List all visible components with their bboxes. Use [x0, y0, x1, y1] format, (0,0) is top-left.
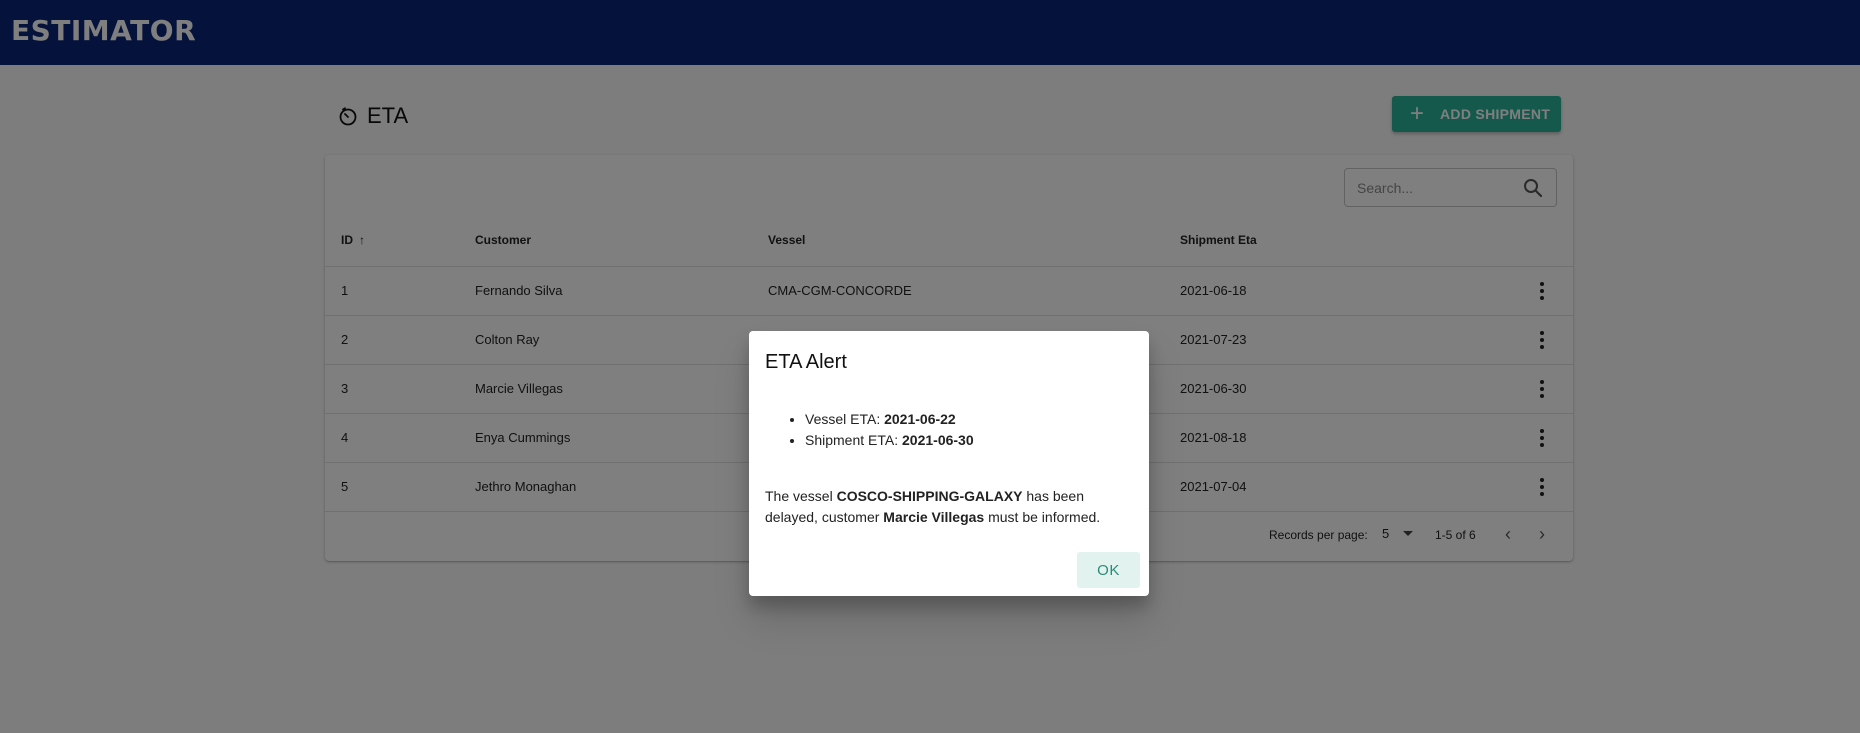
dialog-message: The vessel COSCO-SHIPPING-GALAXY has bee…: [765, 486, 1135, 528]
vessel-eta-value: 2021-06-22: [884, 411, 956, 427]
customer-name: Marcie Villegas: [883, 509, 985, 525]
eta-list: Vessel ETA: 2021-06-22 Shipment ETA: 202…: [805, 409, 974, 451]
shipment-eta-value: 2021-06-30: [902, 432, 974, 448]
vessel-eta-item: Vessel ETA: 2021-06-22: [805, 409, 974, 430]
ok-button[interactable]: OK: [1077, 552, 1140, 588]
shipment-eta-label: Shipment ETA:: [805, 432, 903, 448]
dialog-title: ETA Alert: [765, 351, 847, 373]
shipment-eta-item: Shipment ETA: 2021-06-30: [805, 430, 974, 451]
vessel-name: COSCO-SHIPPING-GALAXY: [836, 488, 1023, 504]
vessel-eta-label: Vessel ETA:: [805, 411, 885, 427]
msg-text: must be informed.: [984, 509, 1101, 525]
eta-alert-dialog: ETA Alert Vessel ETA: 2021-06-22 Shipmen…: [749, 331, 1149, 596]
msg-text: The vessel: [765, 488, 837, 504]
